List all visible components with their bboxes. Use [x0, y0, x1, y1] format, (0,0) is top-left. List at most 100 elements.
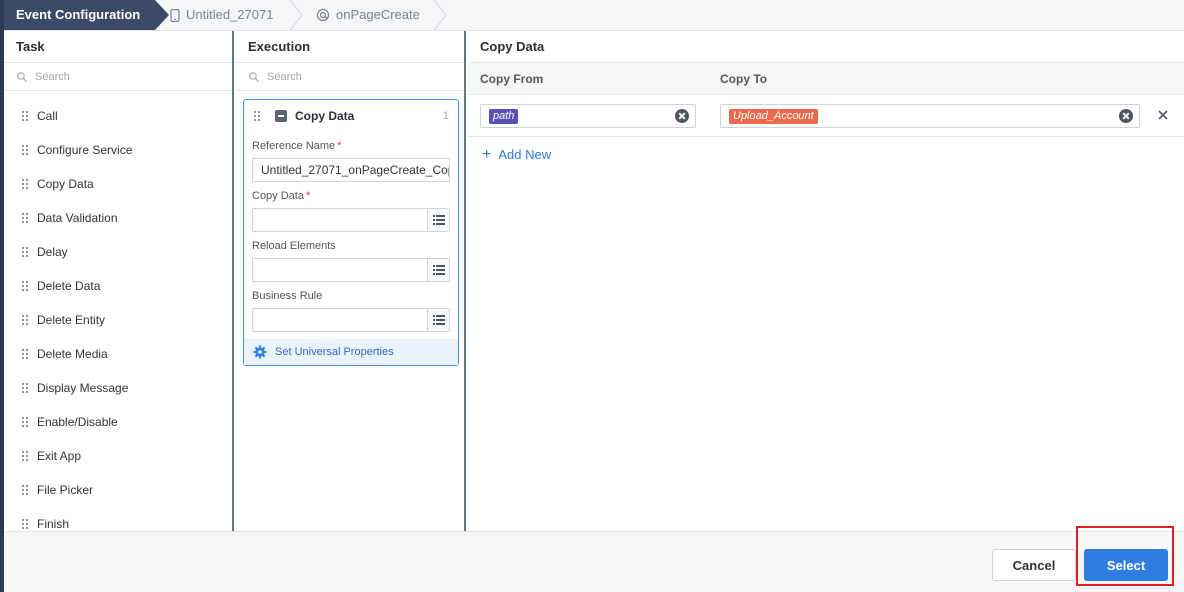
- search-placeholder: Search: [267, 70, 302, 83]
- chevron-separator-icon: [433, 0, 447, 30]
- search-icon: [249, 71, 259, 82]
- task-label: File Picker: [37, 483, 94, 497]
- reference-name-label: Reference Name *: [244, 140, 458, 154]
- event-configuration-app: Event Configuration Untitled_27071 onPag…: [0, 0, 1184, 592]
- clear-icon[interactable]: [675, 109, 689, 123]
- reload-elements-label: Reload Elements: [252, 240, 336, 252]
- task-item-copy-data[interactable]: Copy Data: [4, 167, 232, 201]
- breadcrumb-label: onPageCreate: [336, 7, 420, 22]
- drag-handle-icon[interactable]: [21, 246, 29, 258]
- drag-handle-icon[interactable]: [21, 110, 29, 122]
- select-highlight-box: [1076, 526, 1174, 586]
- breadcrumb-label: Event Configuration: [16, 7, 141, 22]
- drag-handle-icon[interactable]: [21, 314, 29, 326]
- drag-handle-icon[interactable]: [253, 110, 261, 122]
- execution-panel-title: Execution: [236, 31, 464, 63]
- task-item-delete-entity[interactable]: Delete Entity: [4, 303, 232, 337]
- task-panel: Task Search Call Configure Service Copy …: [4, 31, 234, 531]
- set-universal-properties-link[interactable]: Set Universal Properties: [244, 339, 458, 365]
- reload-elements-field[interactable]: [252, 258, 450, 282]
- task-label: Delete Media: [37, 347, 108, 361]
- copy-data-card[interactable]: Copy Data 1 Reference Name * Untitled_270…: [243, 99, 459, 366]
- breadcrumb-page[interactable]: Untitled_27071: [170, 0, 273, 30]
- task-label: Copy Data: [37, 177, 94, 191]
- task-search[interactable]: Search: [4, 63, 232, 91]
- business-rule-field[interactable]: [252, 308, 450, 332]
- drag-handle-icon[interactable]: [21, 416, 29, 428]
- label-text: Copy Data: [252, 190, 304, 202]
- add-new-button[interactable]: + Add New: [482, 145, 552, 163]
- task-label: Delete Entity: [37, 313, 106, 327]
- task-label: Display Message: [37, 381, 129, 395]
- reference-name-input[interactable]: Untitled_27071_onPageCreate_CopyData: [252, 158, 450, 182]
- footer-bar: Cancel Select: [4, 526, 1184, 592]
- drag-handle-icon[interactable]: [21, 484, 29, 496]
- copy-data-field[interactable]: [252, 208, 450, 232]
- collapse-icon[interactable]: [275, 110, 287, 122]
- breadcrumb-event-configuration[interactable]: Event Configuration: [4, 0, 169, 30]
- business-rule-label: Business Rule: [252, 290, 323, 302]
- execution-search[interactable]: Search: [236, 63, 464, 91]
- execution-panel: Execution Search Copy Data 1 Reference N…: [236, 31, 466, 531]
- drag-handle-icon[interactable]: [21, 280, 29, 292]
- card-title: Copy Data: [295, 109, 355, 123]
- copy-to-chip[interactable]: Upload_Account: [729, 109, 818, 124]
- card-index: 1: [442, 110, 449, 122]
- task-label: Delay: [37, 245, 68, 259]
- search-icon: [17, 71, 27, 82]
- task-item-data-validation[interactable]: Data Validation: [4, 201, 232, 235]
- task-label: Configure Service: [37, 143, 133, 157]
- drag-handle-icon[interactable]: [21, 518, 29, 529]
- task-item-call[interactable]: Call: [4, 99, 232, 133]
- task-item-finish[interactable]: Finish: [4, 507, 232, 529]
- breadcrumb-label: Untitled_27071: [186, 7, 274, 22]
- gear-icon: [253, 345, 267, 359]
- close-icon[interactable]: [1156, 108, 1170, 122]
- cancel-button[interactable]: Cancel: [992, 549, 1076, 581]
- search-placeholder: Search: [35, 70, 70, 83]
- task-label: Exit App: [37, 449, 82, 463]
- drag-handle-icon[interactable]: [21, 144, 29, 156]
- clear-icon[interactable]: [1119, 109, 1133, 123]
- drag-handle-icon[interactable]: [21, 178, 29, 190]
- drag-handle-icon[interactable]: [21, 382, 29, 394]
- task-label: Finish: [37, 517, 70, 529]
- task-panel-title: Task: [4, 31, 232, 63]
- copy-to-field[interactable]: Upload_Account: [720, 104, 1140, 128]
- task-item-file-picker[interactable]: File Picker: [4, 473, 232, 507]
- task-item-configure-service[interactable]: Configure Service: [4, 133, 232, 167]
- copy-from-field[interactable]: path: [480, 104, 696, 128]
- copy-data-panel: Copy Data Copy From Copy To path Upload_…: [468, 31, 1184, 531]
- task-item-delete-data[interactable]: Delete Data: [4, 269, 232, 303]
- chevron-separator-icon: [289, 0, 303, 30]
- drag-handle-icon[interactable]: [21, 348, 29, 360]
- list-picker-icon[interactable]: [427, 309, 449, 331]
- reference-name-value: Untitled_27071_onPageCreate_CopyData: [261, 163, 449, 177]
- drag-handle-icon[interactable]: [21, 450, 29, 462]
- task-label: Enable/Disable: [37, 415, 118, 429]
- copy-data-panel-title: Copy Data: [468, 31, 1184, 63]
- task-item-delete-media[interactable]: Delete Media: [4, 337, 232, 371]
- drag-handle-icon[interactable]: [21, 212, 29, 224]
- task-label: Delete Data: [37, 279, 101, 293]
- copy-from-header: Copy From: [480, 72, 544, 86]
- label-text: Reference Name: [252, 140, 336, 152]
- card-header: Copy Data 1: [244, 100, 458, 132]
- plus-icon: +: [482, 145, 492, 163]
- task-item-exit-app[interactable]: Exit App: [4, 439, 232, 473]
- copy-to-header: Copy To: [720, 72, 768, 86]
- add-new-label: Add New: [498, 147, 552, 162]
- copy-from-chip[interactable]: path: [489, 109, 519, 124]
- task-item-enable-disable[interactable]: Enable/Disable: [4, 405, 232, 439]
- universal-properties-label: Set Universal Properties: [275, 346, 394, 358]
- breadcrumb-event[interactable]: onPageCreate: [316, 0, 420, 30]
- task-item-display-message[interactable]: Display Message: [4, 371, 232, 405]
- task-label: Data Validation: [37, 211, 118, 225]
- task-list: Call Configure Service Copy Data Data Va…: [4, 91, 232, 529]
- task-label: Call: [37, 109, 58, 123]
- mapping-row: path Upload_Account: [468, 95, 1184, 137]
- list-picker-icon[interactable]: [427, 259, 449, 281]
- list-picker-icon[interactable]: [427, 209, 449, 231]
- breadcrumb: Event Configuration Untitled_27071 onPag…: [4, 0, 1184, 31]
- task-item-delay[interactable]: Delay: [4, 235, 232, 269]
